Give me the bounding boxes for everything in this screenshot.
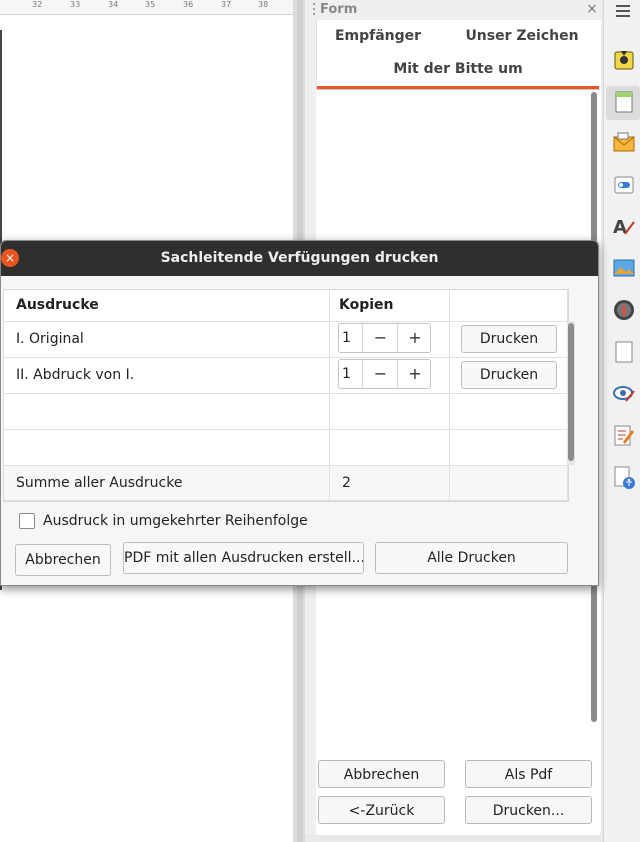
compass-icon[interactable] <box>612 298 636 322</box>
deck-close-icon[interactable]: × <box>585 1 599 17</box>
styles-icon[interactable]: A <box>612 214 636 238</box>
copies-value[interactable]: 1 <box>342 324 351 352</box>
plus-icon[interactable]: + <box>397 360 432 388</box>
inspector-icon[interactable] <box>612 381 636 405</box>
page-icon[interactable] <box>612 90 636 114</box>
tab-mit-der-bitte-um[interactable]: Mit der Bitte um <box>318 61 598 77</box>
svg-text:A: A <box>613 217 627 238</box>
print-all-button[interactable]: Alle Drucken <box>375 542 568 574</box>
column-header-prints-label: Ausdrucke <box>16 297 99 313</box>
sum-empty-cell <box>450 466 568 501</box>
action-cell: Drucken <box>450 358 568 394</box>
ruler-tick: 33 <box>70 0 81 9</box>
reverse-order-checkbox[interactable] <box>19 513 35 529</box>
dialog-title: Sachleitende Verfügungen drucken <box>160 250 439 266</box>
print-dialog: Sachleitende Verfügungen drucken × Ausdr… <box>0 240 599 586</box>
column-header-copies-label: Kopien <box>339 297 394 313</box>
edit-document-icon[interactable] <box>612 423 636 447</box>
close-icon[interactable]: × <box>1 249 19 267</box>
copies-cell: 1 − + <box>330 322 450 358</box>
sum-value: 2 <box>342 475 351 491</box>
tab-unser-zeichen[interactable]: Unser Zeichen <box>448 28 596 44</box>
column-header-prints: Ausdrucke <box>4 290 330 322</box>
blank-page-icon[interactable] <box>612 340 636 364</box>
table-row: I. Original <box>4 322 330 358</box>
prints-grid: Ausdrucke Kopien I. Original 1 − + Druck… <box>3 289 569 502</box>
column-header-copies: Kopien <box>330 290 450 322</box>
print-original-button[interactable]: Drucken <box>461 325 557 353</box>
empty-row <box>450 430 568 466</box>
sum-label: Summe aller Ausdrucke <box>16 475 183 491</box>
save-as-pdf-button[interactable]: Als Pdf speichern.. <box>465 760 592 811</box>
grid-scrollbar-thumb[interactable] <box>568 323 574 461</box>
accessibility-icon[interactable] <box>612 465 636 489</box>
deck-print-button[interactable]: Drucken... <box>465 796 592 824</box>
gallery-icon[interactable] <box>612 256 636 280</box>
copies-stepper[interactable]: 1 − + <box>338 323 431 353</box>
ruler-tick: 32 <box>32 0 43 9</box>
copies-stepper[interactable]: 1 − + <box>338 359 431 389</box>
ruler-tick: 37 <box>221 0 232 9</box>
ruler-tick: 38 <box>258 0 269 9</box>
table-row: II. Abdruck von I. <box>4 358 330 394</box>
empty-row <box>450 394 568 430</box>
mail-merge-icon[interactable] <box>612 131 636 155</box>
minus-icon[interactable]: − <box>362 324 398 352</box>
navigator-icon[interactable] <box>612 48 636 72</box>
sum-row: Summe aller Ausdrucke <box>4 466 330 501</box>
row-label: II. Abdruck von I. <box>16 367 135 383</box>
cancel-button[interactable]: Abbrechen <box>15 544 111 576</box>
tab-empfaenger[interactable]: Empfänger <box>318 28 438 44</box>
empty-row <box>4 430 330 466</box>
empty-row <box>330 394 450 430</box>
dialog-titlebar[interactable]: Sachleitende Verfügungen drucken × <box>1 241 598 276</box>
menu-icon[interactable] <box>616 4 632 18</box>
ruler-tick: 36 <box>183 0 194 9</box>
ruler-tick: 35 <box>145 0 156 9</box>
row-label: I. Original <box>16 331 84 347</box>
pdf-all-button[interactable]: PDF mit allen Ausdrucken erstell... <box>123 542 364 574</box>
minus-icon[interactable]: − <box>362 360 398 388</box>
copies-cell: 1 − + <box>330 358 450 394</box>
action-cell: Drucken <box>450 322 568 358</box>
empty-row <box>4 394 330 430</box>
horizontal-ruler[interactable]: 32 33 34 35 36 37 38 <box>0 0 293 15</box>
grip-icon[interactable] <box>312 2 316 16</box>
deck-title: Form <box>320 2 358 17</box>
column-header-action <box>450 290 568 322</box>
reverse-order-label[interactable]: Ausdruck in umgekehrter Reihenfolge <box>43 511 308 531</box>
ruler-tick: 34 <box>108 0 119 9</box>
form-toggle-icon[interactable] <box>612 173 636 197</box>
print-copy-button[interactable]: Drucken <box>461 361 557 389</box>
sidebar-tabbar <box>603 0 640 842</box>
deck-cancel-button[interactable]: Abbrechen <box>318 760 445 788</box>
copies-value[interactable]: 1 <box>342 360 351 388</box>
plus-icon[interactable]: + <box>397 324 432 352</box>
sum-value-cell: 2 <box>330 466 450 501</box>
empty-row <box>330 430 450 466</box>
back-button[interactable]: <-Zurück <box>318 796 445 824</box>
